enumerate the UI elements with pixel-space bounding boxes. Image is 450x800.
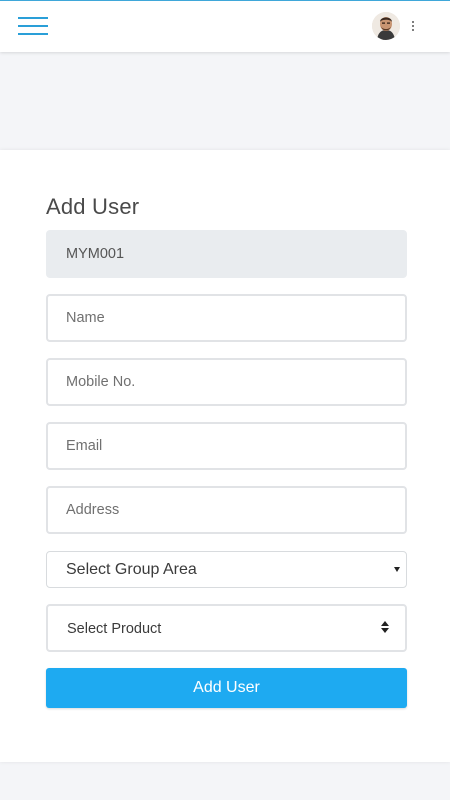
group-area-select-value: Select Group Area	[66, 561, 197, 578]
avatar[interactable]	[372, 12, 400, 40]
add-user-button[interactable]: Add User	[46, 668, 407, 708]
address-field[interactable]	[46, 486, 407, 534]
name-field[interactable]	[46, 294, 407, 342]
chevron-down-icon	[394, 567, 400, 572]
more-vertical-icon[interactable]	[406, 16, 420, 36]
mobile-field[interactable]	[46, 358, 407, 406]
page-title: Add User	[46, 194, 140, 219]
email-field[interactable]	[46, 422, 407, 470]
hamburger-menu-icon[interactable]	[18, 17, 48, 35]
product-select[interactable]: Select Product	[46, 604, 407, 652]
user-id-field	[46, 230, 407, 278]
product-select-value: Select Product	[67, 621, 162, 637]
sort-updown-icon	[381, 621, 389, 635]
group-area-select[interactable]: Select Group Area	[46, 551, 407, 588]
add-user-card: Add User Select Group Area Select Produc…	[0, 150, 450, 762]
top-app-bar	[0, 0, 450, 52]
avatar-image	[372, 12, 400, 40]
